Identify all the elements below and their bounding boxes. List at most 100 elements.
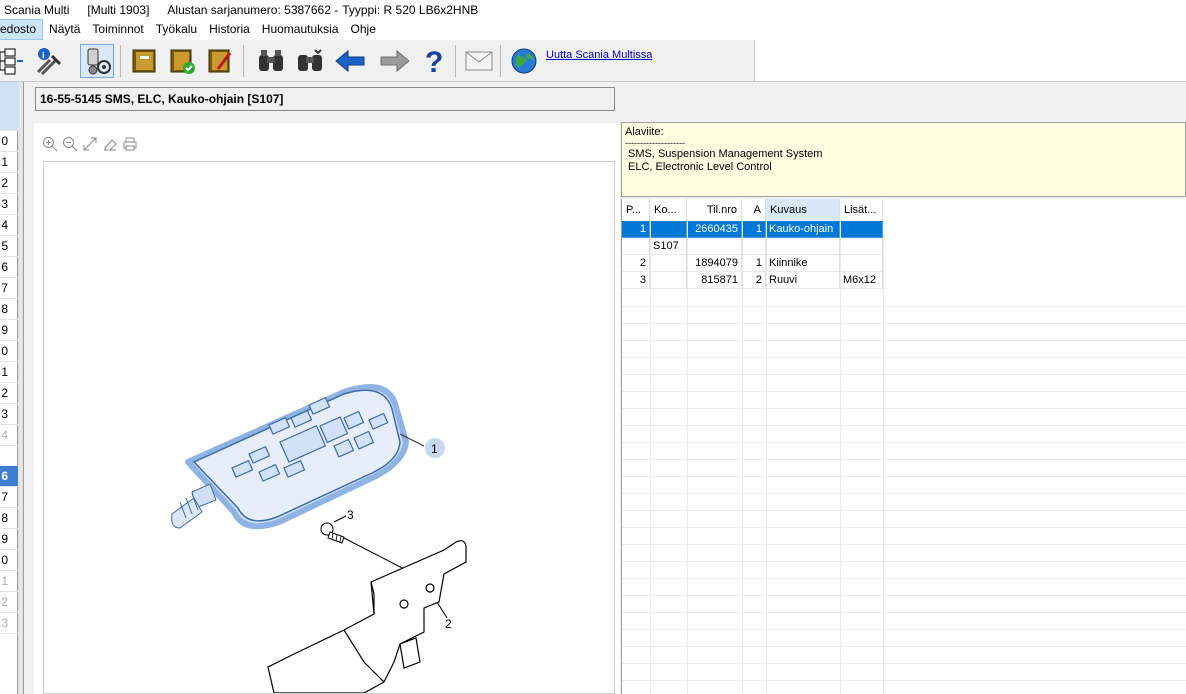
callout-2: 2 <box>445 617 452 631</box>
manual-check-icon[interactable] <box>165 44 199 78</box>
manual-book-icon[interactable] <box>127 44 161 78</box>
list-item[interactable]: 3 <box>0 194 18 215</box>
list-item[interactable]: 8 <box>0 508 18 529</box>
list-item[interactable]: 3 <box>0 404 18 425</box>
info-tools-icon[interactable]: i <box>32 44 66 78</box>
list-item-selected[interactable]: 6 <box>0 466 18 487</box>
title-bar: Scania Multi [Multi 1903] Alustan sarjan… <box>0 0 1186 19</box>
list-item[interactable]: 6 <box>0 257 18 278</box>
list-item[interactable]: 4 <box>0 215 18 236</box>
column-header-quantity[interactable]: A <box>742 199 766 221</box>
bracket-part[interactable] <box>267 540 467 694</box>
exploded-view-drawing[interactable]: 1 3 2 <box>43 161 615 694</box>
menu-file[interactable]: edosto <box>0 19 44 40</box>
vehicle-type: Tyyppi: R 520 LB6x2HNB <box>342 2 479 17</box>
cell-extra: M6x12 <box>840 272 883 289</box>
svg-text:?: ? <box>425 46 443 76</box>
app-version: [Multi 1903] <box>87 2 150 17</box>
column-header-position[interactable]: P... <box>622 199 650 221</box>
menu-tools[interactable]: Työkalu <box>150 19 203 40</box>
zoom-in-icon[interactable] <box>42 136 58 152</box>
list-item[interactable]: 1 <box>0 362 18 383</box>
footnote-title: Alaviite: <box>625 126 664 138</box>
menu-functions[interactable]: Toiminnot <box>86 19 149 40</box>
cell-quantity <box>742 238 766 255</box>
list-item[interactable]: 0 <box>0 550 18 571</box>
page-title: 16-55-5145 SMS, ELC, Kauko-ohjain [S107] <box>35 87 615 111</box>
help-question-icon[interactable]: ? <box>417 44 451 78</box>
menu-help[interactable]: Ohje <box>345 19 382 40</box>
list-item[interactable]: 9 <box>0 529 18 550</box>
list-item[interactable] <box>0 110 18 131</box>
table-row[interactable]: 2 1894079 1 Kiinnike <box>622 255 883 272</box>
whats-new-link[interactable]: Uutta Scania Multissa <box>546 49 652 61</box>
list-item[interactable]: 2 <box>0 592 18 613</box>
list-item[interactable]: 5 <box>0 236 18 257</box>
drawing-tools <box>42 136 138 152</box>
cell-position: 2 <box>622 255 650 272</box>
cell-position <box>622 238 650 255</box>
menu-notes[interactable]: Huomautuksia <box>256 19 345 40</box>
list-item[interactable]: 9 <box>0 320 18 341</box>
globe-icon[interactable] <box>507 44 541 78</box>
table-row[interactable]: 1 2660435 1 Kauko-ohjain <box>622 221 883 238</box>
list-item[interactable]: 4 <box>0 425 18 446</box>
fit-to-window-icon[interactable] <box>82 136 98 152</box>
footnote-panel: Alaviite: -------------------- SMS, Susp… <box>621 122 1186 197</box>
list-item[interactable]: 8 <box>0 299 18 320</box>
cell-part-number: 1894079 <box>687 255 742 272</box>
table-row[interactable]: 3 815871 2 Ruuvi M6x12 <box>622 272 883 289</box>
cell-code <box>650 221 687 238</box>
cell-quantity: 1 <box>742 221 766 238</box>
footnote-line: ELC, Electronic Level Control <box>628 161 772 173</box>
menu-bar: edosto Näytä Toiminnot Työkalu Historia … <box>0 19 1186 40</box>
list-item[interactable]: 1 <box>0 152 18 173</box>
screw-part[interactable] <box>320 522 345 544</box>
parts-drawing: 1 3 2 <box>171 384 467 694</box>
column-header-extra[interactable]: Lisät... <box>840 199 883 221</box>
list-item[interactable]: 7 <box>0 487 18 508</box>
column-header-description[interactable]: Kuvaus <box>766 199 840 221</box>
parts-table: P... Ko... Til.nro A Kuvaus Lisät... 1 2… <box>621 199 1186 694</box>
cell-quantity: 2 <box>742 272 766 289</box>
table-header: P... Ko... Til.nro A Kuvaus Lisät... <box>622 199 883 221</box>
forward-arrow-icon[interactable] <box>378 44 412 78</box>
eraser-icon[interactable] <box>102 136 118 152</box>
table-row[interactable]: S107 <box>622 238 883 255</box>
remote-control-part[interactable] <box>171 384 409 530</box>
list-item[interactable]: 2 <box>0 173 18 194</box>
toolbar: i ? <box>0 40 755 82</box>
chassis-number: Alustan sarjanumero: 5387662 - <box>167 2 339 17</box>
list-item[interactable]: 3 <box>0 613 18 634</box>
cell-extra <box>840 221 883 238</box>
cell-quantity: 1 <box>742 255 766 272</box>
column-header-part-number[interactable]: Til.nro <box>687 199 742 221</box>
list-item[interactable]: 7 <box>0 278 18 299</box>
left-index-header <box>0 82 18 110</box>
binoculars-advanced-icon[interactable] <box>293 44 327 78</box>
mail-icon[interactable] <box>462 44 496 78</box>
list-item[interactable]: 1 <box>0 571 18 592</box>
cell-code <box>650 272 687 289</box>
list-item[interactable]: 0 <box>0 341 18 362</box>
print-icon[interactable] <box>122 136 138 152</box>
menu-view[interactable]: Näytä <box>43 19 86 40</box>
cell-extra <box>840 255 883 272</box>
cell-description: Kauko-ohjain <box>766 221 840 238</box>
zoom-out-icon[interactable] <box>62 136 78 152</box>
column-header-code[interactable]: Ko... <box>650 199 687 221</box>
list-item[interactable]: 2 <box>0 383 18 404</box>
manual-edit-icon[interactable] <box>203 44 237 78</box>
structure-icon[interactable] <box>0 44 28 78</box>
cell-part-number <box>687 238 742 255</box>
back-arrow-icon[interactable] <box>333 44 367 78</box>
footnote-rule: -------------------- <box>625 138 685 148</box>
binoculars-icon[interactable] <box>254 44 288 78</box>
scania-multi-window: Scania Multi [Multi 1903] Alustan sarjan… <box>0 0 1186 694</box>
cell-code: S107 <box>650 238 687 255</box>
cell-extra <box>840 238 883 255</box>
list-item[interactable]: 0 <box>0 131 18 152</box>
parts-catalog-icon[interactable] <box>80 44 114 78</box>
splitter[interactable] <box>18 82 24 694</box>
menu-history[interactable]: Historia <box>203 19 256 40</box>
